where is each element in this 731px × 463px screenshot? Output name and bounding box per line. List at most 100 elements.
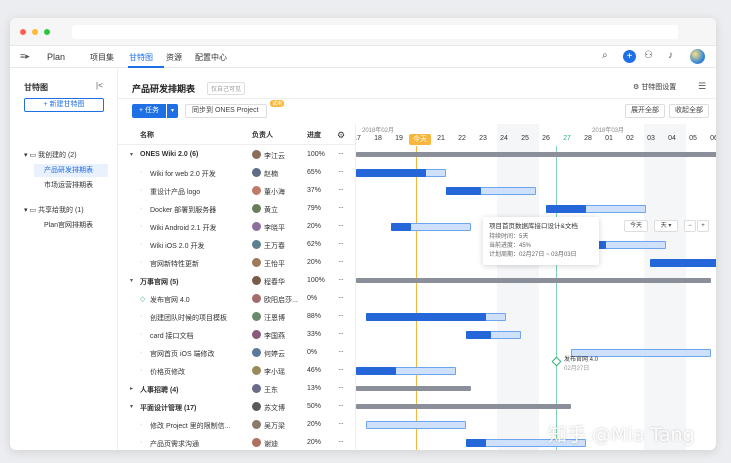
add-task-button[interactable]: + 任务 (132, 104, 166, 118)
task-name[interactable]: 创建团队时候的项目模板 (150, 313, 227, 323)
task-name[interactable]: 重设计产品 logo (150, 187, 200, 197)
table-row[interactable]: · 价格页修改 李小瑶 46% ··· (118, 362, 355, 380)
group-row[interactable]: ▾ 平面设计管理 (17) 苏文博 50% ··· (118, 398, 355, 416)
more-icon[interactable]: ··· (338, 437, 344, 446)
zoom-unit-select[interactable]: 天 ▾ (654, 220, 678, 232)
gantt-bar[interactable] (366, 421, 466, 429)
table-row[interactable]: · 重设计产品 logo 董小海 37% ··· (118, 182, 355, 200)
tab-projects[interactable]: 项目集 (90, 52, 114, 63)
table-row[interactable]: · Wiki for web 2.0 开发 赵楠 65% ··· (118, 164, 355, 182)
task-name[interactable]: card 接口文档 (150, 331, 194, 341)
table-row[interactable]: · Wiki Android 2.1 开发 李晓平 20% ··· (118, 218, 355, 236)
gantt-settings-link[interactable]: ⚙ 甘特图设置 (633, 82, 676, 92)
task-name[interactable]: 发布官网 4.0 (150, 295, 190, 305)
sidebar-item-market-schedule[interactable]: 市场运营排期表 (34, 179, 108, 192)
search-icon[interactable]: ⌕ (602, 50, 608, 61)
gantt-bar[interactable] (356, 169, 446, 177)
more-icon[interactable]: ··· (338, 275, 344, 284)
more-icon[interactable]: ··· (338, 149, 344, 158)
gantt-bar[interactable] (366, 313, 506, 321)
table-row[interactable]: · Docker 部署到服务器 黄立 79% ··· (118, 200, 355, 218)
chevron-down-icon[interactable]: ▾ (130, 403, 133, 410)
gantt-bar[interactable] (466, 331, 521, 339)
tab-gantt[interactable]: 甘特图 (129, 52, 153, 63)
table-row[interactable]: ◇ 发布官网 4.0 欧阳启莎... 0% ··· (118, 290, 355, 308)
table-row[interactable]: · card 接口文档 李国燕 33% ··· (118, 326, 355, 344)
gantt-bar[interactable] (391, 223, 471, 231)
chevron-down-icon[interactable]: ▾ (130, 151, 133, 158)
more-icon[interactable]: ··· (338, 221, 344, 230)
chevron-right-icon[interactable]: ▸ (130, 385, 133, 392)
gantt-bar[interactable] (356, 386, 471, 391)
table-row[interactable]: · 官网新特性更新 王怡平 20% ··· (118, 254, 355, 272)
more-icon[interactable]: ··· (338, 383, 344, 392)
column-settings-icon[interactable]: ⚙ (337, 130, 345, 141)
task-name[interactable]: 产品页需求沟通 (150, 439, 199, 449)
bell-icon[interactable]: ♪ (668, 50, 673, 61)
close-dot-icon[interactable] (20, 29, 26, 35)
more-icon[interactable]: ··· (338, 257, 344, 266)
task-name[interactable]: 平面设计管理 (17) (140, 403, 196, 413)
expand-all-button[interactable]: 展开全部 (625, 104, 665, 118)
more-icon[interactable]: ··· (338, 329, 344, 338)
task-name[interactable]: 价格页修改 (150, 367, 185, 377)
more-icon[interactable]: ··· (338, 185, 344, 194)
more-icon[interactable]: ··· (338, 239, 344, 248)
milestone-diamond-icon[interactable] (551, 356, 562, 367)
list-view-icon[interactable]: ☰ (698, 81, 706, 92)
new-gantt-button[interactable]: + 新建甘特图 (24, 98, 104, 112)
sidebar-item-plan-site[interactable]: Plan官网排期表 (34, 219, 108, 232)
add-user-icon[interactable]: ⚇ (644, 50, 653, 61)
sidebar-group-mine[interactable]: ▾ ▭ 我创建的 (2) (24, 150, 77, 160)
more-icon[interactable]: ··· (338, 203, 344, 212)
more-icon[interactable]: ··· (338, 401, 344, 410)
task-name[interactable]: ONES Wiki 2.0 (6) (140, 151, 198, 158)
gantt-bar[interactable] (356, 404, 571, 409)
task-name[interactable]: Wiki for web 2.0 开发 (150, 169, 216, 179)
gantt-bar[interactable] (650, 259, 716, 267)
zoom-in-button[interactable]: + (697, 220, 709, 232)
gantt-bar[interactable] (546, 205, 646, 213)
maximize-dot-icon[interactable] (44, 29, 50, 35)
task-name[interactable]: 人事招聘 (4) (140, 385, 179, 395)
add-icon[interactable]: + (623, 50, 636, 63)
sync-ones-button[interactable]: 同步到 ONES Project (185, 104, 267, 118)
table-row[interactable]: · 创建团队时候的项目模板 汪恩博 88% ··· (118, 308, 355, 326)
table-row[interactable]: · Wiki iOS 2.0 开发 王万春 62% ··· (118, 236, 355, 254)
collapse-sidebar-icon[interactable]: |< (96, 81, 103, 90)
group-row[interactable]: ▾ ONES Wiki 2.0 (6) 李江云 100% ··· (118, 146, 355, 164)
task-name[interactable]: 官网首页 iOS 端修改 (150, 349, 215, 359)
gantt-bar[interactable] (356, 278, 711, 283)
group-row[interactable]: ▾ 万事官网 (5) 程春华 100% ··· (118, 272, 355, 290)
sidebar-item-product-schedule[interactable]: 产品研发排期表 (34, 164, 108, 177)
chevron-down-icon[interactable]: ▾ (167, 104, 178, 118)
sidebar-toggle-icon[interactable]: ≡▸ (20, 51, 30, 62)
sidebar-group-shared[interactable]: ▾ ▭ 共享给我的 (1) (24, 205, 84, 215)
group-row[interactable]: ▸ 人事招聘 (4) 王东 13% ··· (118, 380, 355, 398)
table-row[interactable]: · 产品页需求沟通 谢迪 20% ··· (118, 434, 355, 450)
task-name[interactable]: Docker 部署到服务器 (150, 205, 216, 215)
address-bar[interactable] (72, 25, 678, 39)
collapse-all-button[interactable]: 收起全部 (669, 104, 709, 118)
tab-config[interactable]: 配置中心 (195, 52, 227, 63)
more-icon[interactable]: ··· (338, 311, 344, 320)
more-icon[interactable]: ··· (338, 293, 344, 302)
zoom-today-button[interactable]: 今天 (624, 220, 648, 232)
task-name[interactable]: 官网新特性更新 (150, 259, 199, 269)
gantt-bar[interactable] (356, 152, 716, 157)
more-icon[interactable]: ··· (338, 167, 344, 176)
more-icon[interactable]: ··· (338, 419, 344, 428)
task-name[interactable]: Wiki Android 2.1 开发 (150, 223, 217, 233)
more-icon[interactable]: ··· (338, 347, 344, 356)
gantt-bar[interactable] (446, 187, 536, 195)
minimize-dot-icon[interactable] (32, 29, 38, 35)
gantt-bar[interactable] (356, 367, 456, 375)
table-row[interactable]: · 修改 Project 里的限制信... 吴万梁 20% ··· (118, 416, 355, 434)
task-name[interactable]: Wiki iOS 2.0 开发 (150, 241, 204, 251)
user-avatar[interactable] (690, 49, 705, 64)
task-name[interactable]: 修改 Project 里的限制信... (150, 421, 231, 431)
more-icon[interactable]: ··· (338, 365, 344, 374)
tab-resources[interactable]: 资源 (166, 52, 182, 63)
table-row[interactable]: · 官网首页 iOS 端修改 何婷云 0% ··· (118, 344, 355, 362)
zoom-out-button[interactable]: − (684, 220, 696, 232)
